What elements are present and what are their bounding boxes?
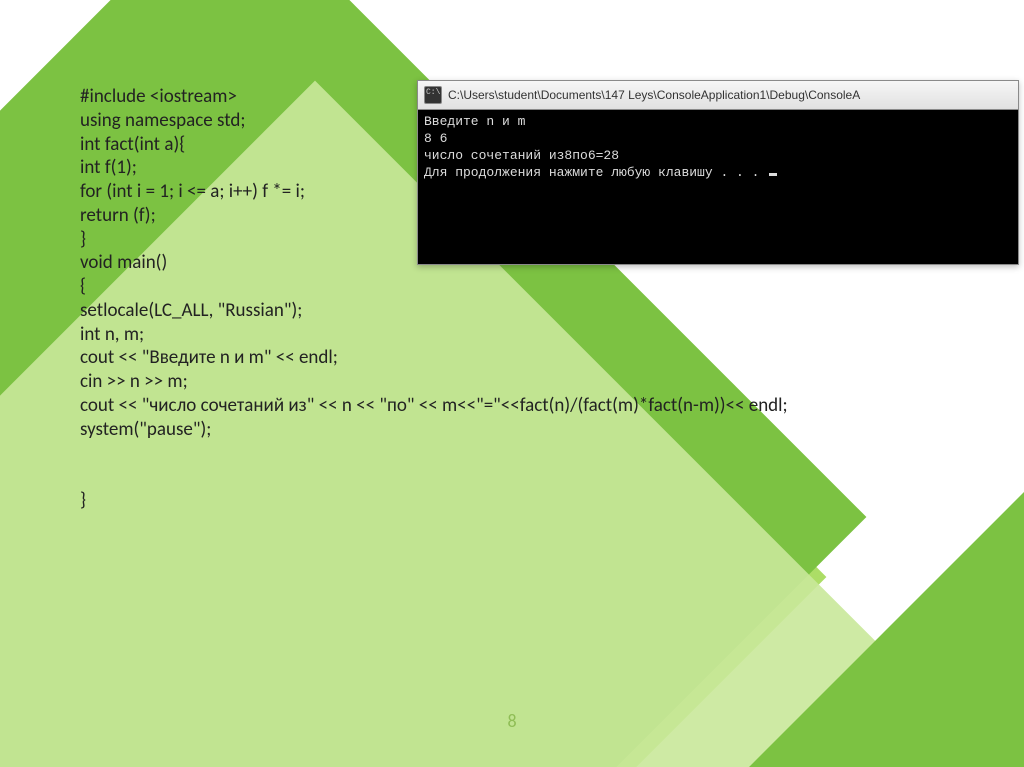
code-line: [80, 465, 840, 489]
code-line: cout << "число сочетаний из" << n << "по…: [80, 394, 840, 418]
code-line: int n, m;: [80, 323, 840, 347]
console-title-path: C:\Users\student\Documents\147 Leys\Cons…: [448, 88, 860, 102]
code-line: }: [80, 489, 840, 513]
cmd-icon: [424, 86, 442, 104]
console-titlebar: C:\Users\student\Documents\147 Leys\Cons…: [418, 81, 1018, 110]
code-line: cout << "Введите n и m" << endl;: [80, 346, 840, 370]
code-line: {: [80, 275, 840, 299]
page-number: 8: [0, 710, 1024, 732]
console-window: C:\Users\student\Documents\147 Leys\Cons…: [417, 80, 1019, 265]
code-line: [80, 441, 840, 465]
code-line: system("pause");: [80, 418, 840, 442]
code-line: cin >> n >> m;: [80, 370, 840, 394]
code-line: setlocale(LC_ALL, "Russian");: [80, 299, 840, 323]
cursor: [769, 173, 777, 176]
console-output: Введите n и m 8 6 число сочетаний из8по6…: [418, 110, 1018, 264]
